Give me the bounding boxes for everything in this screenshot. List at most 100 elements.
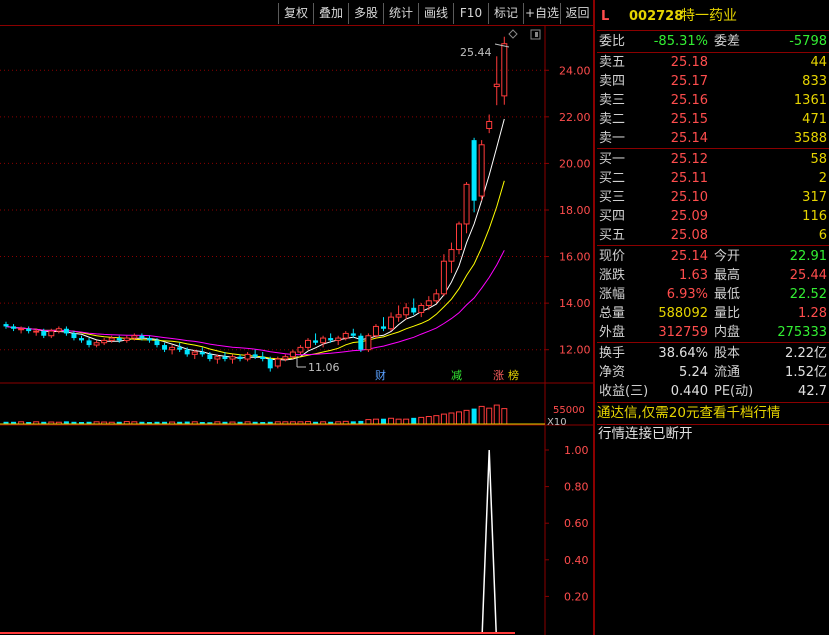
indicator-tick-label: 0.80 <box>564 481 589 494</box>
candle-body <box>162 345 168 350</box>
divider <box>597 30 829 31</box>
ma-lines <box>5 118 505 361</box>
limit-up-marker[interactable]: 涨 <box>493 369 504 382</box>
stat-row[interactable]: 现价 25.14 今开 22.91 <box>597 247 829 266</box>
sell-level-row[interactable]: 卖三 25.16 1361 <box>597 91 829 110</box>
candle-body <box>478 144 485 197</box>
price-tick-label: 20.00 <box>559 157 591 170</box>
diamond-icon <box>508 29 518 39</box>
stat-row[interactable]: 总量 588092 量比 1.28 <box>597 304 829 323</box>
reduce-marker[interactable]: 减 <box>451 369 462 382</box>
sell-level-row[interactable]: 卖一 25.14 3588 <box>597 129 829 148</box>
volume-bar <box>381 418 386 424</box>
mark-button[interactable]: 标记 <box>488 3 523 24</box>
sell-level-row[interactable]: 卖五 25.18 44 <box>597 53 829 72</box>
stat-label: 外盘 <box>599 325 626 340</box>
candle-body <box>372 325 379 337</box>
order-price: 25.14 <box>670 131 708 146</box>
promo-link[interactable]: 通达信,仅需20元查看千档行情 <box>597 404 829 423</box>
order-level-label: 买四 <box>599 209 626 224</box>
volume-bar <box>478 405 485 425</box>
candle-body <box>305 339 311 348</box>
ma-line <box>5 118 505 361</box>
volume-bar <box>411 417 417 424</box>
stat-label: 涨跌 <box>599 268 626 283</box>
back-button[interactable]: 返回 <box>560 3 594 24</box>
weicha-label: 委差 <box>714 34 741 49</box>
order-level-label: 买五 <box>599 228 626 243</box>
overlay-button[interactable]: 叠加 <box>313 3 348 24</box>
fuquan-button[interactable]: 复权 <box>278 3 313 24</box>
order-level-label: 卖一 <box>599 131 626 146</box>
statistics-button[interactable]: 统计 <box>383 3 418 24</box>
order-price: 25.18 <box>670 55 708 70</box>
panel-divider <box>593 0 595 635</box>
price-tick-label: 22.00 <box>559 111 591 124</box>
order-level-label: 卖五 <box>599 55 626 70</box>
order-price: 25.15 <box>670 112 708 127</box>
stat-row[interactable]: 外盘 312759 内盘 275333 <box>597 323 829 342</box>
buy-level-row[interactable]: 买二 25.11 2 <box>597 169 829 188</box>
candle-body <box>26 328 32 332</box>
candle-body <box>365 335 372 351</box>
candle-body <box>86 340 92 346</box>
price-grid <box>0 25 593 635</box>
add-favorite-button[interactable]: +自选 <box>523 3 560 24</box>
stat-row[interactable]: 涨跌 1.63 最高 25.44 <box>597 266 829 285</box>
stat-value: 1.63 <box>679 268 708 283</box>
price-tick-label: 18.00 <box>559 204 591 217</box>
volume-bar <box>463 409 470 425</box>
chart-options-icon[interactable] <box>530 29 541 40</box>
candle-body <box>184 349 190 355</box>
fund-value: 5.24 <box>679 365 708 380</box>
candle-body <box>146 338 152 341</box>
order-level-label: 卖二 <box>599 112 626 127</box>
buy-level-row[interactable]: 买三 25.10 317 <box>597 188 829 207</box>
stock-header: L 002728 特一药业 <box>597 7 829 26</box>
kline-chart[interactable]: 24.00 22.00 20.00 18.00 16.00 14.00 12.00 1.00… <box>0 25 593 635</box>
candle-body <box>260 356 266 360</box>
fund-value: 2.22亿 <box>785 346 827 361</box>
weibi-row: 委比 -85.31% 委差 -5798 <box>597 32 829 51</box>
order-price: 25.11 <box>670 171 708 186</box>
indicator-tick-label: 0.20 <box>564 590 589 603</box>
order-volume: 1361 <box>793 93 827 108</box>
quote-panel: L 002728 特一药业 委比 -85.31% 委差 -5798 卖五 25.1… <box>597 0 829 635</box>
stat-label: 最低 <box>714 287 741 302</box>
volume-bar <box>388 417 395 425</box>
multi-stock-button[interactable]: 多股 <box>348 3 383 24</box>
price-tick-label: 24.00 <box>559 64 591 77</box>
candle-body <box>191 351 198 355</box>
fund-label: 流通 <box>714 365 741 380</box>
fund-row[interactable]: 净资 5.24 流通 1.52亿 <box>597 363 829 382</box>
rank-marker[interactable]: 榜 <box>508 368 519 382</box>
candle-body <box>63 328 69 334</box>
candle-body <box>131 335 138 339</box>
draw-line-button[interactable]: 画线 <box>418 3 453 24</box>
divider <box>597 402 829 403</box>
stat-value: 25.44 <box>789 268 827 283</box>
order-volume: 471 <box>802 112 827 127</box>
order-level-label: 买一 <box>599 152 626 167</box>
fund-row[interactable]: 收益(三) 0.440 PE(动) 42.7 <box>597 382 829 401</box>
volume-bar <box>425 416 432 425</box>
volume-bar <box>486 407 493 425</box>
candle-body <box>116 338 122 341</box>
fund-row[interactable]: 换手 38.64% 股本 2.22亿 <box>597 344 829 363</box>
finance-marker[interactable]: 财 <box>375 368 386 382</box>
volume-bar <box>372 418 379 425</box>
fund-label: 净资 <box>599 365 626 380</box>
sell-level-row[interactable]: 卖二 25.15 471 <box>597 110 829 129</box>
stat-row[interactable]: 涨幅 6.93% 最低 22.52 <box>597 285 829 304</box>
buy-level-row[interactable]: 买一 25.12 58 <box>597 150 829 169</box>
candle-body <box>229 356 236 360</box>
buy-level-row[interactable]: 买五 25.08 6 <box>597 226 829 245</box>
f10-button[interactable]: F10 <box>453 3 488 24</box>
order-price: 25.12 <box>670 152 708 167</box>
volume-bar <box>456 411 462 425</box>
buy-level-row[interactable]: 买四 25.09 116 <box>597 207 829 226</box>
volume-scale-label: 55000 <box>553 405 585 416</box>
sell-level-row[interactable]: 卖四 25.17 833 <box>597 72 829 91</box>
stat-value: 588092 <box>658 306 708 321</box>
fund-value: 42.7 <box>798 384 827 399</box>
